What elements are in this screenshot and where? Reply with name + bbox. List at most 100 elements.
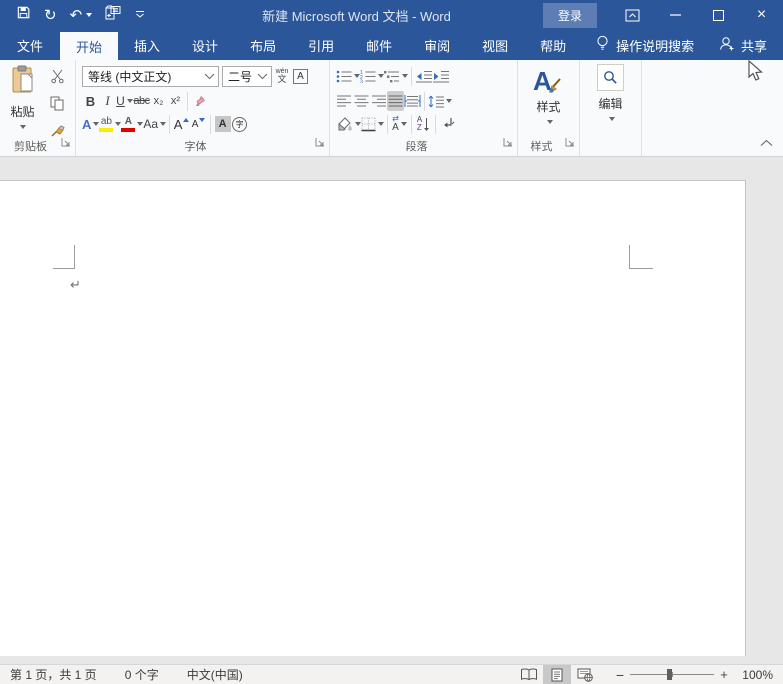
styles-group-label: 样式 (518, 138, 565, 154)
change-case-button[interactable]: Aa (143, 114, 166, 134)
collapse-ribbon-button[interactable] (760, 134, 773, 152)
save-icon[interactable] (16, 5, 31, 25)
tab-home[interactable]: 开始 (60, 32, 118, 60)
divider (424, 92, 425, 111)
word-count-status[interactable]: 0 个字 (121, 666, 163, 683)
read-mode-button[interactable] (515, 665, 543, 684)
shrink-font-button[interactable]: A (190, 114, 207, 134)
borders-caret[interactable] (378, 122, 384, 126)
sort-button[interactable]: A Z (415, 114, 432, 134)
font-dialog-launcher[interactable] (315, 134, 325, 152)
styles-button[interactable]: 样式 A 样式 (518, 64, 579, 124)
strikethrough-button[interactable]: abc (133, 91, 150, 111)
styles-caret[interactable] (547, 120, 553, 124)
character-border-button[interactable]: A (292, 66, 309, 86)
minimize-button[interactable] (654, 0, 697, 30)
close-button[interactable]: × (740, 0, 783, 30)
line-spacing-caret[interactable] (446, 99, 452, 103)
character-shading-button[interactable]: A (214, 114, 231, 134)
tab-design[interactable]: 设计 (176, 30, 234, 60)
zoom-slider-center-tick (672, 672, 673, 677)
tab-view[interactable]: 视图 (466, 30, 524, 60)
paragraph-dialog-launcher[interactable] (503, 134, 513, 152)
font-size-chevron-icon[interactable] (257, 69, 268, 83)
language-status[interactable]: 中文(中国) (183, 666, 247, 683)
copy-button[interactable] (46, 93, 68, 113)
styles-icon: 样式 A (532, 64, 566, 94)
subscript-button[interactable]: x₂ (150, 91, 167, 111)
bold-button[interactable]: B (82, 91, 99, 111)
multilevel-list-button[interactable] (384, 66, 408, 86)
document-page[interactable]: ↵ (0, 180, 746, 656)
page-number-status[interactable]: 第 1 页，共 1 页 (6, 666, 101, 683)
tab-references[interactable]: 引用 (292, 30, 350, 60)
superscript-button[interactable]: x² (167, 91, 184, 111)
change-case-glyph: Aa (143, 117, 158, 131)
font-size-value: 二号 (228, 68, 252, 85)
phonetic-guide-button[interactable]: wén 文 (272, 65, 292, 87)
zoom-out-button[interactable]: − (613, 667, 627, 683)
asian-layout-caret[interactable] (401, 122, 407, 126)
line-spacing-button[interactable] (428, 91, 452, 111)
tab-mailings[interactable]: 邮件 (350, 30, 408, 60)
show-hide-marks-button[interactable] (439, 114, 456, 134)
zoom-in-button[interactable]: + (717, 667, 731, 682)
shading-button[interactable] (336, 114, 361, 134)
multilevel-caret[interactable] (402, 74, 408, 78)
increase-indent-button[interactable] (432, 66, 449, 86)
borders-button[interactable] (361, 114, 384, 134)
underline-dropdown-caret[interactable] (127, 99, 133, 103)
text-highlight-button[interactable]: ab (99, 114, 121, 134)
justify-button[interactable] (387, 91, 404, 111)
editing-button[interactable]: 编辑 (580, 64, 641, 121)
asian-layout-button[interactable]: ⇄ A (391, 114, 408, 134)
tab-help[interactable]: 帮助 (524, 30, 582, 60)
zoom-slider[interactable] (630, 669, 714, 680)
change-case-caret[interactable] (160, 122, 166, 126)
cut-button[interactable] (46, 66, 68, 86)
ribbon-display-options-button[interactable] (611, 0, 654, 30)
font-color-button[interactable]: A (121, 114, 143, 134)
web-layout-button[interactable] (571, 665, 599, 684)
find-icon (597, 64, 624, 91)
align-center-button[interactable] (353, 91, 370, 111)
tab-layout[interactable]: 布局 (234, 30, 292, 60)
sign-in-button[interactable]: 登录 (543, 3, 597, 28)
enclose-characters-button[interactable]: 字 (231, 114, 248, 134)
zoom-level[interactable]: 100% (731, 668, 773, 682)
clear-formatting-button[interactable] (191, 91, 208, 111)
word-window: ↻ ↶ 新建 Microsoft Word 文档 - Word 登录 × 文件 … (0, 0, 783, 684)
align-right-button[interactable] (370, 91, 387, 111)
tell-me-search[interactable]: 操作说明搜索 (596, 30, 694, 60)
customize-qat-chevron-icon[interactable] (135, 6, 145, 24)
font-size-combo[interactable]: 二号 (222, 66, 272, 87)
share-button[interactable]: 共享 (719, 30, 783, 60)
paste-button[interactable]: 粘贴 (5, 65, 40, 137)
numbering-button[interactable]: 123 (360, 66, 384, 86)
tab-insert[interactable]: 插入 (118, 30, 176, 60)
undo-dropdown-caret[interactable] (86, 13, 92, 17)
maximize-button[interactable] (697, 0, 740, 30)
paste-dropdown-caret[interactable] (20, 125, 26, 129)
decrease-indent-button[interactable] (415, 66, 432, 86)
grow-font-button[interactable]: A (173, 114, 190, 134)
underline-button[interactable]: U (116, 91, 133, 111)
tab-review[interactable]: 审阅 (408, 30, 466, 60)
font-name-chevron-icon[interactable] (204, 69, 215, 83)
zoom-slider-thumb[interactable] (667, 669, 672, 680)
styles-dialog-launcher[interactable] (565, 134, 575, 152)
italic-button[interactable]: I (99, 91, 116, 111)
distributed-button[interactable] (404, 91, 421, 111)
tab-file[interactable]: 文件 (0, 30, 60, 60)
touch-mouse-mode-icon[interactable] (105, 5, 122, 25)
editing-caret[interactable] (609, 117, 615, 121)
bullets-button[interactable] (336, 66, 360, 86)
repeat-icon[interactable]: ↻ (44, 8, 57, 23)
undo-button[interactable]: ↶ (70, 8, 93, 23)
print-layout-button[interactable] (543, 665, 571, 684)
clipboard-dialog-launcher[interactable] (61, 134, 71, 152)
font-name-combo[interactable]: 等线 (中文正文) (82, 66, 219, 87)
text-effects-button[interactable]: A (82, 114, 99, 134)
divider (169, 115, 170, 134)
align-left-button[interactable] (336, 91, 353, 111)
